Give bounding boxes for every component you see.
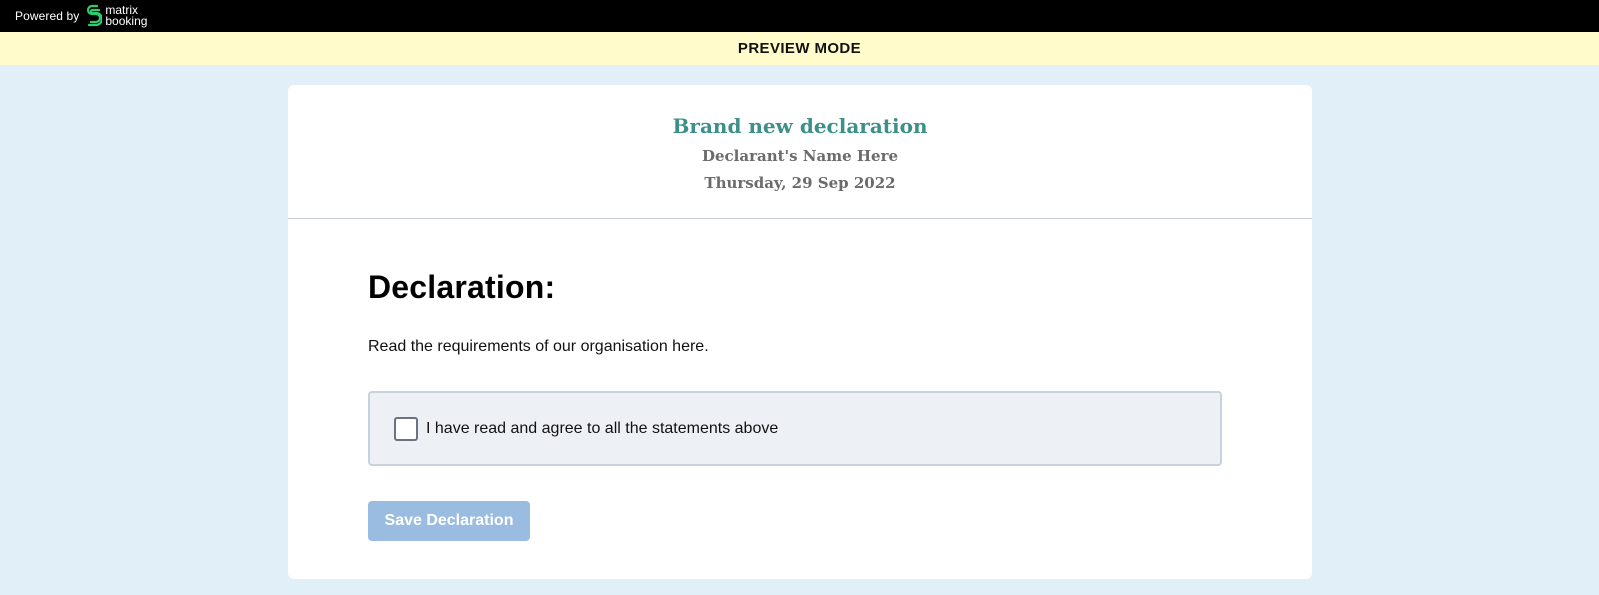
declaration-intro: Read the requirements of our organisatio… [368,338,709,355]
powered-by-text: Powered by [15,9,80,23]
agree-checkbox[interactable] [394,416,418,441]
declaration-header: Brand new declaration Declarant's Name H… [288,85,1312,219]
declarant-name: Declarant's Name Here [701,147,899,165]
agree-label[interactable]: I have read and agree to all the stateme… [426,420,778,438]
preview-mode-label: PREVIEW MODE [737,40,862,57]
powered-by: Powered by matrix booking [15,4,147,28]
declaration-card: Brand new declaration Declarant's Name H… [288,85,1312,579]
preview-mode-banner: PREVIEW MODE [0,32,1599,65]
save-declaration-button[interactable]: Save Declaration [368,501,530,541]
declaration-date: Thursday, 29 Sep 2022 [704,174,896,192]
top-bar: Powered by matrix booking [0,0,1599,32]
declaration-heading: Declaration: [368,269,556,305]
matrix-booking-logo[interactable]: matrix booking [86,4,147,28]
declaration-title: Brand new declaration [672,114,928,138]
logo-wordmark: matrix booking [105,4,148,28]
matrix-booking-logo-icon [87,4,103,27]
agreement-box[interactable]: I have read and agree to all the stateme… [368,391,1222,466]
logo-word-booking: booking [105,14,148,28]
